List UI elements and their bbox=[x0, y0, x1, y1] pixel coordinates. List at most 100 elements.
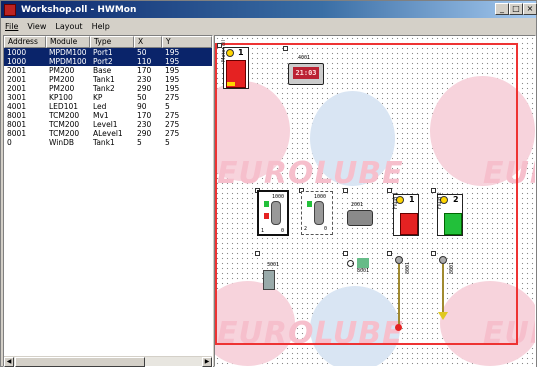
scroll-right-icon[interactable]: ▶ bbox=[202, 357, 212, 367]
table-row[interactable]: 2001 PM200 Base 170 195 bbox=[4, 66, 212, 75]
table-row[interactable]: 8001 TCM200 Mv1 170 275 bbox=[4, 111, 212, 120]
valve-addr: 8001 bbox=[357, 268, 370, 274]
close-button[interactable]: × bbox=[523, 3, 537, 15]
table-cell: KP bbox=[93, 93, 103, 102]
port2-module[interactable]: 1000 2 0 bbox=[301, 191, 333, 235]
list-rows: 1000 MPDM100 Port1 50 195 1000 MPDM100 Port2 110… bbox=[4, 48, 212, 147]
table-row[interactable]: 1000 MPDM100 Port2 110 195 bbox=[4, 57, 212, 66]
level2-addr: 8001 bbox=[449, 262, 455, 275]
scroll-left-icon[interactable]: ◀ bbox=[4, 357, 14, 367]
status-led-icon bbox=[307, 201, 312, 207]
tank-number: 2 bbox=[453, 195, 459, 204]
table-cell: 290 bbox=[137, 84, 152, 93]
handle[interactable] bbox=[431, 251, 436, 256]
table-cell: 275 bbox=[165, 111, 180, 120]
handle[interactable] bbox=[343, 188, 348, 193]
table-cell: Tank1 bbox=[93, 138, 115, 147]
col-address[interactable]: Address bbox=[4, 36, 46, 48]
table-cell: 2001 bbox=[7, 84, 27, 93]
menu-file[interactable]: File bbox=[5, 22, 18, 31]
menu-help[interactable]: Help bbox=[92, 22, 110, 31]
port-icon bbox=[314, 201, 324, 225]
table-cell: 90 bbox=[137, 102, 147, 111]
table-cell: TCM200 bbox=[49, 111, 80, 120]
table-cell: PM200 bbox=[49, 75, 75, 84]
probe-tip-icon bbox=[438, 312, 448, 320]
table-row[interactable]: 0 WinDB Tank1 5 5 bbox=[4, 138, 212, 147]
table-cell: 195 bbox=[165, 48, 180, 57]
table-row[interactable]: 4001 LED101 Led 90 5 bbox=[4, 102, 212, 111]
maximize-button[interactable]: □ bbox=[509, 3, 523, 15]
table-cell: TCM200 bbox=[49, 129, 80, 138]
table-cell: Level1 bbox=[93, 120, 118, 129]
port1-b: 0 bbox=[281, 228, 285, 234]
table-cell: 50 bbox=[137, 48, 147, 57]
tank2[interactable]: 2 Fluid 2 bbox=[437, 192, 463, 236]
handle[interactable] bbox=[283, 46, 288, 51]
col-y[interactable]: Y bbox=[162, 36, 212, 48]
tank-number: 1 bbox=[409, 195, 415, 204]
table-cell: 5 bbox=[165, 138, 170, 147]
table-cell: 8001 bbox=[7, 111, 27, 120]
status-icon bbox=[226, 49, 234, 57]
table-cell: Mv1 bbox=[93, 111, 109, 120]
menu-bar: File View Layout Help bbox=[1, 19, 536, 33]
tank1[interactable]: 1 Fluid 1 bbox=[393, 192, 419, 236]
scroll-thumb[interactable] bbox=[15, 357, 145, 367]
port2-a: 2 bbox=[304, 226, 308, 232]
motor-oil-tank[interactable]: 1 Motor oil bbox=[221, 40, 249, 89]
valve-icon[interactable] bbox=[347, 260, 354, 267]
table-cell: PM200 bbox=[49, 84, 75, 93]
keypad-icon[interactable] bbox=[263, 270, 275, 290]
minimize-button[interactable]: _ bbox=[495, 3, 509, 15]
table-cell: WinDB bbox=[49, 138, 75, 147]
module-list[interactable]: Address Module Type X Y 1000 MPDM100 Port1… bbox=[3, 35, 213, 367]
table-cell: 195 bbox=[165, 75, 180, 84]
table-row[interactable]: 8001 TCM200 ALevel1 290 275 bbox=[4, 129, 212, 138]
table-row[interactable]: 2001 PM200 Tank2 290 195 bbox=[4, 84, 212, 93]
table-cell: 290 bbox=[137, 129, 152, 138]
horizontal-scrollbar[interactable]: ◀ ▶ bbox=[4, 356, 212, 367]
status-led-icon bbox=[264, 213, 269, 219]
table-cell: 4001 bbox=[7, 102, 27, 111]
table-cell: 3001 bbox=[7, 93, 27, 102]
port2-b: 0 bbox=[324, 226, 328, 232]
col-module[interactable]: Module bbox=[46, 36, 90, 48]
port1-a: 1 bbox=[261, 228, 265, 234]
port-icon bbox=[271, 201, 281, 225]
table-cell: 1000 bbox=[7, 57, 27, 66]
table-cell: MPDM100 bbox=[49, 57, 87, 66]
table-cell: 2001 bbox=[7, 75, 27, 84]
table-row[interactable]: 3001 KP100 KP 50 275 bbox=[4, 93, 212, 102]
table-cell: ALevel1 bbox=[93, 129, 123, 138]
col-x[interactable]: X bbox=[134, 36, 162, 48]
table-cell: 170 bbox=[137, 66, 152, 75]
layout-canvas[interactable]: EUROLUBE EUROLUBE EUROLUBE EUROLUBE 1 Mo… bbox=[214, 35, 536, 367]
col-type[interactable]: Type bbox=[90, 36, 134, 48]
handle[interactable] bbox=[343, 251, 348, 256]
handle[interactable] bbox=[387, 188, 392, 193]
pump-addr: 2001 bbox=[351, 202, 364, 208]
app-icon bbox=[4, 3, 16, 16]
table-row[interactable]: 2001 PM200 Tank1 230 195 bbox=[4, 75, 212, 84]
handle[interactable] bbox=[431, 188, 436, 193]
table-cell: 1000 bbox=[7, 48, 27, 57]
level-sensor-icon[interactable] bbox=[439, 256, 447, 264]
table-row[interactable]: 8001 TCM200 Level1 230 275 bbox=[4, 120, 212, 129]
display-addr: 4001 bbox=[298, 55, 311, 61]
table-cell: MPDM100 bbox=[49, 48, 87, 57]
menu-view[interactable]: View bbox=[27, 22, 46, 31]
pump-icon[interactable] bbox=[347, 210, 373, 226]
led-display[interactable]: 21:03 bbox=[288, 63, 324, 85]
level-sensor-icon[interactable] bbox=[395, 256, 403, 264]
tank-label: Fluid 1 bbox=[393, 192, 399, 209]
menu-layout[interactable]: Layout bbox=[55, 22, 82, 31]
handle[interactable] bbox=[255, 251, 260, 256]
table-cell: Base bbox=[93, 66, 112, 75]
port1-module[interactable]: 1000 1 0 bbox=[257, 190, 289, 236]
table-cell: 275 bbox=[165, 129, 180, 138]
table-row[interactable]: 1000 MPDM100 Port1 50 195 bbox=[4, 48, 212, 57]
table-cell: 275 bbox=[165, 93, 180, 102]
handle[interactable] bbox=[387, 251, 392, 256]
table-cell: 170 bbox=[137, 111, 152, 120]
